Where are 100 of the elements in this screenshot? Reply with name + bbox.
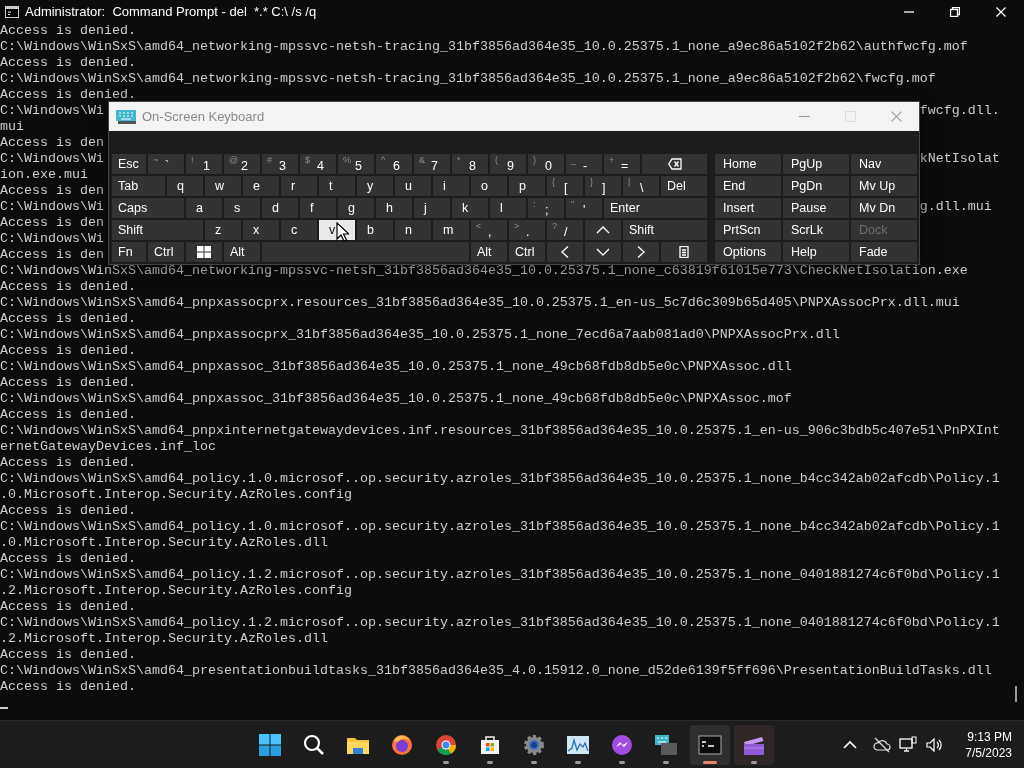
keyboard-key[interactable] — [185, 241, 223, 263]
keyboard-key[interactable]: ScrLk — [782, 219, 850, 241]
keyboard-key[interactable]: q — [166, 175, 204, 197]
keyboard-key[interactable]: } ] — [584, 175, 622, 197]
taskbar-button[interactable] — [690, 724, 730, 765]
keyboard-key[interactable]: @ 2 — [223, 153, 261, 175]
keyboard-key[interactable]: _ - — [565, 153, 603, 175]
keyboard-key[interactable]: Options — [714, 241, 782, 263]
keyboard-key[interactable]: Fn — [111, 241, 147, 263]
keyboard-key[interactable]: % 5 — [337, 153, 375, 175]
keyboard-key[interactable]: # 3 — [261, 153, 299, 175]
keyboard-key[interactable]: Mv Up — [850, 175, 918, 197]
keyboard-key[interactable]: w — [204, 175, 242, 197]
keyboard-key[interactable]: j — [413, 197, 451, 219]
console-line: C:\Windows\WinSxS\amd64_pnpxassoc_31bf3856ad364e35_10.0.25375.1_none_49cb68fdb8db5e0c\PNPXAssoc.mof — [0, 391, 792, 406]
keyboard-key[interactable]: End — [714, 175, 782, 197]
keyboard-key[interactable]: Esc — [111, 153, 147, 175]
keyboard-key[interactable]: { [ — [546, 175, 584, 197]
window-title: On-Screen Keyboard — [142, 109, 265, 124]
keyboard-key[interactable]: Shift — [622, 219, 708, 241]
keyboard-key[interactable]: PgDn — [782, 175, 850, 197]
console-line: Access is denied. — [0, 551, 136, 566]
keyboard-key[interactable]: Help — [782, 241, 850, 263]
keyboard-key[interactable]: ^ 6 — [375, 153, 413, 175]
keyboard-key[interactable]: ~ ` — [147, 153, 185, 175]
console-line: .2.Microsoft.Interop.Security.AzRoles.config — [0, 583, 352, 598]
console-line: Access is denied. — [0, 375, 136, 390]
backspace-icon — [667, 158, 682, 170]
keyboard-key[interactable] — [660, 241, 708, 263]
keyboard-key[interactable]: Nav — [850, 153, 918, 175]
console-line: C:\Windows\WinSxS\amd64_policy.1.2.microsof..op.security.azroles_31bf3856ad364e35_10.0.25375.1_none_0401881274c6f0bd\Policy.1 — [0, 615, 1000, 630]
keyboard-key[interactable]: ) 0 — [527, 153, 565, 175]
keyboard-key[interactable]: $ 4 — [299, 153, 337, 175]
keyboard-key[interactable]: a — [185, 197, 223, 219]
console-line: C:\Windows\WinSxS\amd64_policy.1.0.microsof..op.security.azroles_31bf3856ad364e35_10.0.25375.1_none_b4cc342ab02afcdb\Policy.1 — [0, 471, 1000, 486]
keyboard-key[interactable]: f — [299, 197, 337, 219]
keyboard-key[interactable]: Mv Dn — [850, 197, 918, 219]
keyboard-key[interactable]: m — [432, 219, 470, 241]
keyboard-key[interactable]: Alt — [223, 241, 261, 263]
keyboard-key[interactable]: o — [470, 175, 508, 197]
keyboard-key[interactable]: x — [242, 219, 280, 241]
keyboard-key[interactable]: s — [223, 197, 261, 219]
keyboard-key[interactable]: Enter — [603, 197, 708, 219]
keyboard-key[interactable]: > . — [508, 219, 546, 241]
keyboard-key[interactable]: Tab — [111, 175, 166, 197]
keyboard-key[interactable]: Ctrl — [508, 241, 546, 263]
keyboard-key[interactable]: " ' — [565, 197, 603, 219]
keyboard-key[interactable]: z — [204, 219, 242, 241]
keyboard-key[interactable]: PgUp — [782, 153, 850, 175]
keyboard-key[interactable]: ? / — [546, 219, 584, 241]
keyboard-key[interactable]: b — [356, 219, 394, 241]
keyboard-key[interactable]: p — [508, 175, 546, 197]
keyboard-key[interactable] — [584, 241, 622, 263]
keyboard-key[interactable]: Alt — [470, 241, 508, 263]
keyboard-key[interactable]: n — [394, 219, 432, 241]
keyboard-key[interactable]: r — [280, 175, 318, 197]
keyboard-key[interactable]: Del — [660, 175, 708, 197]
scrollbar-thumb[interactable] — [1015, 686, 1017, 702]
keyboard-key[interactable]: l — [489, 197, 527, 219]
keyboard-key[interactable]: k — [451, 197, 489, 219]
keyboard-key[interactable]: Home — [714, 153, 782, 175]
keyboard-key[interactable]: * 8 — [451, 153, 489, 175]
keyboard-key[interactable]: y — [356, 175, 394, 197]
restore-icon — [950, 6, 960, 17]
keyboard-key[interactable]: Fade — [850, 241, 918, 263]
keyboard-key[interactable]: | \ — [622, 175, 660, 197]
keyboard-key[interactable]: + = — [603, 153, 641, 175]
volume-icon — [925, 735, 944, 754]
keyboard-key[interactable]: & 7 — [413, 153, 451, 175]
keyboard-key[interactable]: < , — [470, 219, 508, 241]
keyboard-key[interactable]: d — [261, 197, 299, 219]
console-line: C:\Windows\Wi — [0, 231, 104, 246]
keyboard-key[interactable]: ( 9 — [489, 153, 527, 175]
keyboard-key[interactable]: Ctrl — [147, 241, 185, 263]
console-line: Access is den — [0, 183, 104, 198]
keyboard-key[interactable]: i — [432, 175, 470, 197]
console-line: C:\Windows\WinSxS\amd64_policy.1.0.microsof..op.security.azroles_31bf3856ad364e35_10.0.25375.1_none_b4cc342ab02afcdb\Policy.1 — [0, 519, 1000, 534]
keyboard-key[interactable]: PrtScn — [714, 219, 782, 241]
keyboard-key[interactable] — [584, 219, 622, 241]
chevron-up-icon — [596, 224, 610, 236]
keyboard-key[interactable]: h — [375, 197, 413, 219]
keyboard-key[interactable]: Caps — [111, 197, 185, 219]
keyboard-key[interactable]: ! 1 — [185, 153, 223, 175]
keyboard-key[interactable]: Pause — [782, 197, 850, 219]
keyboard-key[interactable]: Insert — [714, 197, 782, 219]
console-line: Access is denied. — [0, 343, 136, 358]
keyboard-key[interactable]: : ; — [527, 197, 565, 219]
keyboard-key[interactable]: c — [280, 219, 318, 241]
console-line: fwcfg.dll. — [919, 103, 1000, 118]
keyboard-key[interactable] — [546, 241, 584, 263]
keyboard-key[interactable]: t — [318, 175, 356, 197]
keyboard-key[interactable]: g — [337, 197, 375, 219]
chevron-down-icon — [596, 246, 610, 258]
keyboard-key[interactable] — [641, 153, 708, 175]
keyboard-key[interactable]: u — [394, 175, 432, 197]
keyboard-key[interactable]: e — [242, 175, 280, 197]
keyboard-key[interactable] — [622, 241, 660, 263]
text-cursor — [0, 707, 8, 709]
taskbar-button[interactable] — [734, 724, 774, 765]
keyboard-key[interactable]: Shift — [111, 219, 204, 241]
